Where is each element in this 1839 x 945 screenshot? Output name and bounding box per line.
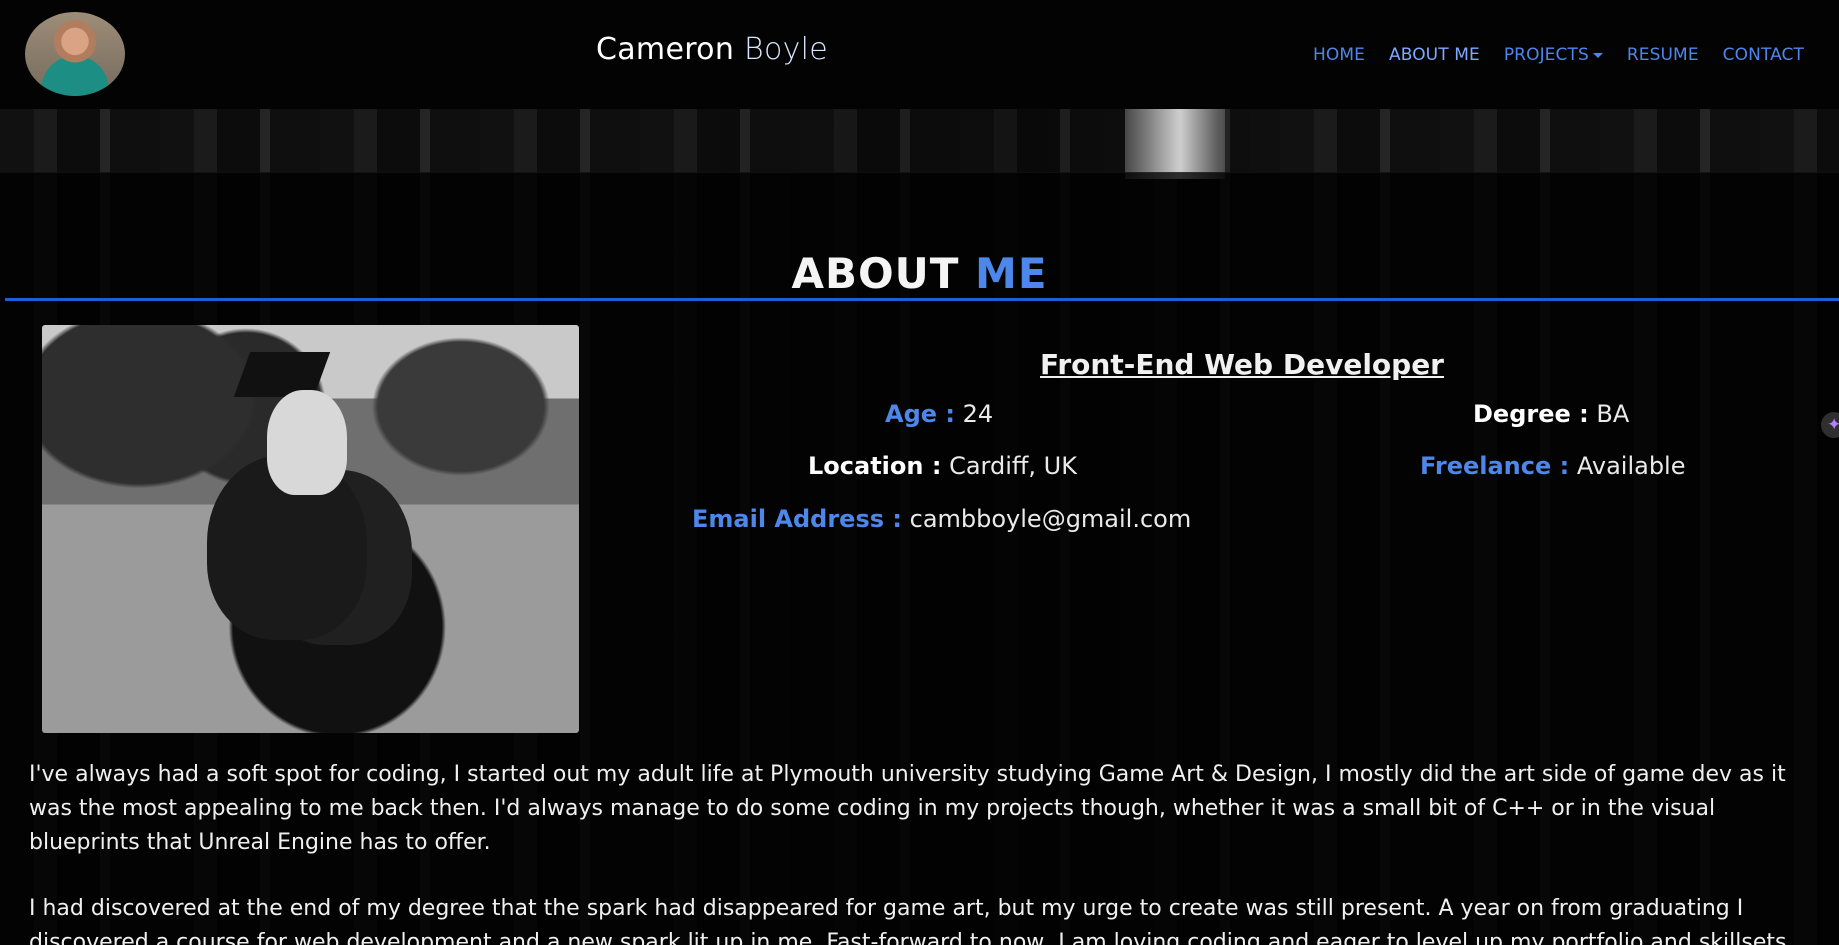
age-value: 24 bbox=[962, 400, 994, 428]
nav-home-link[interactable]: HOME bbox=[1313, 44, 1365, 66]
bio-paragraph-2: I had discovered at the end of my degree… bbox=[29, 896, 1794, 945]
title-accent: ME bbox=[975, 249, 1048, 299]
page: Cameron Boyle HOME ABOUT ME PROJECTS RES… bbox=[0, 0, 1839, 945]
nav-contact-link[interactable]: CONTACT bbox=[1723, 44, 1804, 66]
freelance-detail: Freelance : Available bbox=[1420, 450, 1686, 482]
nav-resume-link[interactable]: RESUME bbox=[1627, 44, 1699, 66]
main-navigation: HOME ABOUT ME PROJECTS RESUME CONTACT bbox=[1313, 44, 1804, 66]
location-label: Location : bbox=[808, 452, 942, 480]
email-value[interactable]: cambboyle@gmail.com bbox=[910, 505, 1192, 533]
graduation-photo bbox=[42, 325, 579, 733]
nav-about-link[interactable]: ABOUT ME bbox=[1389, 44, 1480, 66]
about-card: ABOUT ME Front-End Web Developer Age : 2… bbox=[0, 172, 1839, 945]
email-label: Email Address : bbox=[692, 505, 902, 533]
location-value: Cardiff, UK bbox=[949, 452, 1077, 480]
age-detail: Age : 24 bbox=[885, 398, 993, 430]
email-detail: Email Address : cambboyle@gmail.com bbox=[692, 503, 1191, 535]
nav-projects-label: PROJECTS bbox=[1503, 45, 1589, 65]
degree-label: Degree : bbox=[1473, 400, 1589, 428]
freelance-label: Freelance : bbox=[1420, 452, 1570, 480]
site-brand[interactable]: Cameron Boyle bbox=[596, 32, 828, 68]
bio-paragraph-1: I've always had a soft spot for coding, … bbox=[29, 762, 1786, 855]
brand-last-name: Boyle bbox=[744, 32, 829, 67]
nav-projects-dropdown[interactable]: PROJECTS bbox=[1504, 44, 1603, 66]
role-heading: Front-End Web Developer bbox=[1040, 348, 1444, 382]
degree-value: BA bbox=[1596, 400, 1630, 428]
brand-first-name: Cameron bbox=[596, 32, 735, 67]
top-navbar: Cameron Boyle HOME ABOUT ME PROJECTS RES… bbox=[0, 0, 1839, 109]
background-window-highlight bbox=[1125, 109, 1225, 179]
age-label: Age : bbox=[885, 400, 955, 428]
avatar[interactable] bbox=[25, 12, 125, 96]
location-detail: Location : Cardiff, UK bbox=[808, 450, 1077, 482]
page-title: ABOUT ME bbox=[0, 248, 1839, 300]
chevron-down-icon bbox=[1592, 52, 1603, 58]
title-prefix: ABOUT bbox=[791, 249, 960, 299]
freelance-value: Available bbox=[1576, 452, 1686, 480]
section-divider bbox=[5, 298, 1839, 301]
degree-detail: Degree : BA bbox=[1473, 398, 1629, 430]
